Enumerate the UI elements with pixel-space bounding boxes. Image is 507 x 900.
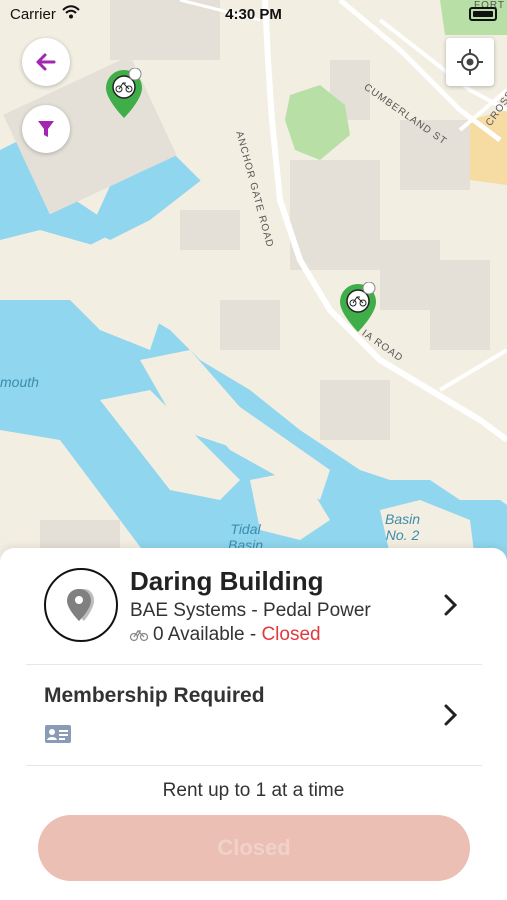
station-name: Daring Building (130, 566, 324, 596)
bicycle-icon (130, 628, 148, 642)
membership-row[interactable]: Membership Required (0, 665, 507, 765)
map-canvas (0, 0, 507, 600)
chevron-right-icon (444, 594, 458, 616)
filter-button[interactable] (22, 105, 70, 153)
rent-button-disabled[interactable]: Closed (38, 815, 470, 881)
available-count: 0 Available (153, 624, 245, 645)
membership-title: Membership Required (44, 684, 265, 707)
station-pin[interactable] (338, 282, 378, 334)
station-detail-sheet: Daring Building BAE Systems - Pedal Powe… (0, 548, 507, 900)
station-avatar (44, 568, 118, 642)
station-info-row[interactable]: Daring Building BAE Systems - Pedal Powe… (0, 548, 507, 664)
chevron-right-icon (444, 704, 458, 726)
station-pin[interactable] (104, 68, 144, 120)
map-pin-icon (106, 68, 142, 118)
filter-icon (38, 121, 54, 137)
map-label-line: No. 2 (385, 527, 420, 543)
map-label-line: Basin (385, 511, 421, 527)
rental-limit-text: Rent up to 1 at a time (162, 780, 345, 801)
arrow-left-icon (36, 53, 56, 71)
divider (26, 765, 482, 766)
battery-icon (469, 7, 497, 21)
availability-line: 0 Available - Closed (130, 624, 321, 646)
location-pin-icon (67, 589, 94, 621)
map-label-line: Tidal (230, 521, 261, 537)
status-bar: Carrier 4:30 PM (0, 0, 507, 30)
map-pin-icon (340, 282, 376, 332)
map-label-water: Basin No. 2 (385, 511, 420, 543)
map-view[interactable]: ANCHOR GATE ROAD CUMBERLAND ST CROSS FOR… (0, 0, 507, 600)
availability-separator: - (244, 624, 262, 645)
back-button[interactable] (22, 38, 70, 86)
locate-me-button[interactable] (446, 38, 494, 86)
station-status: Closed (261, 624, 321, 645)
id-card-icon (45, 725, 71, 743)
station-operator: BAE Systems - Pedal Power (130, 600, 371, 621)
map-label-water: mouth (0, 374, 39, 390)
clock: 4:30 PM (225, 6, 282, 23)
crosshair-icon (457, 49, 483, 75)
